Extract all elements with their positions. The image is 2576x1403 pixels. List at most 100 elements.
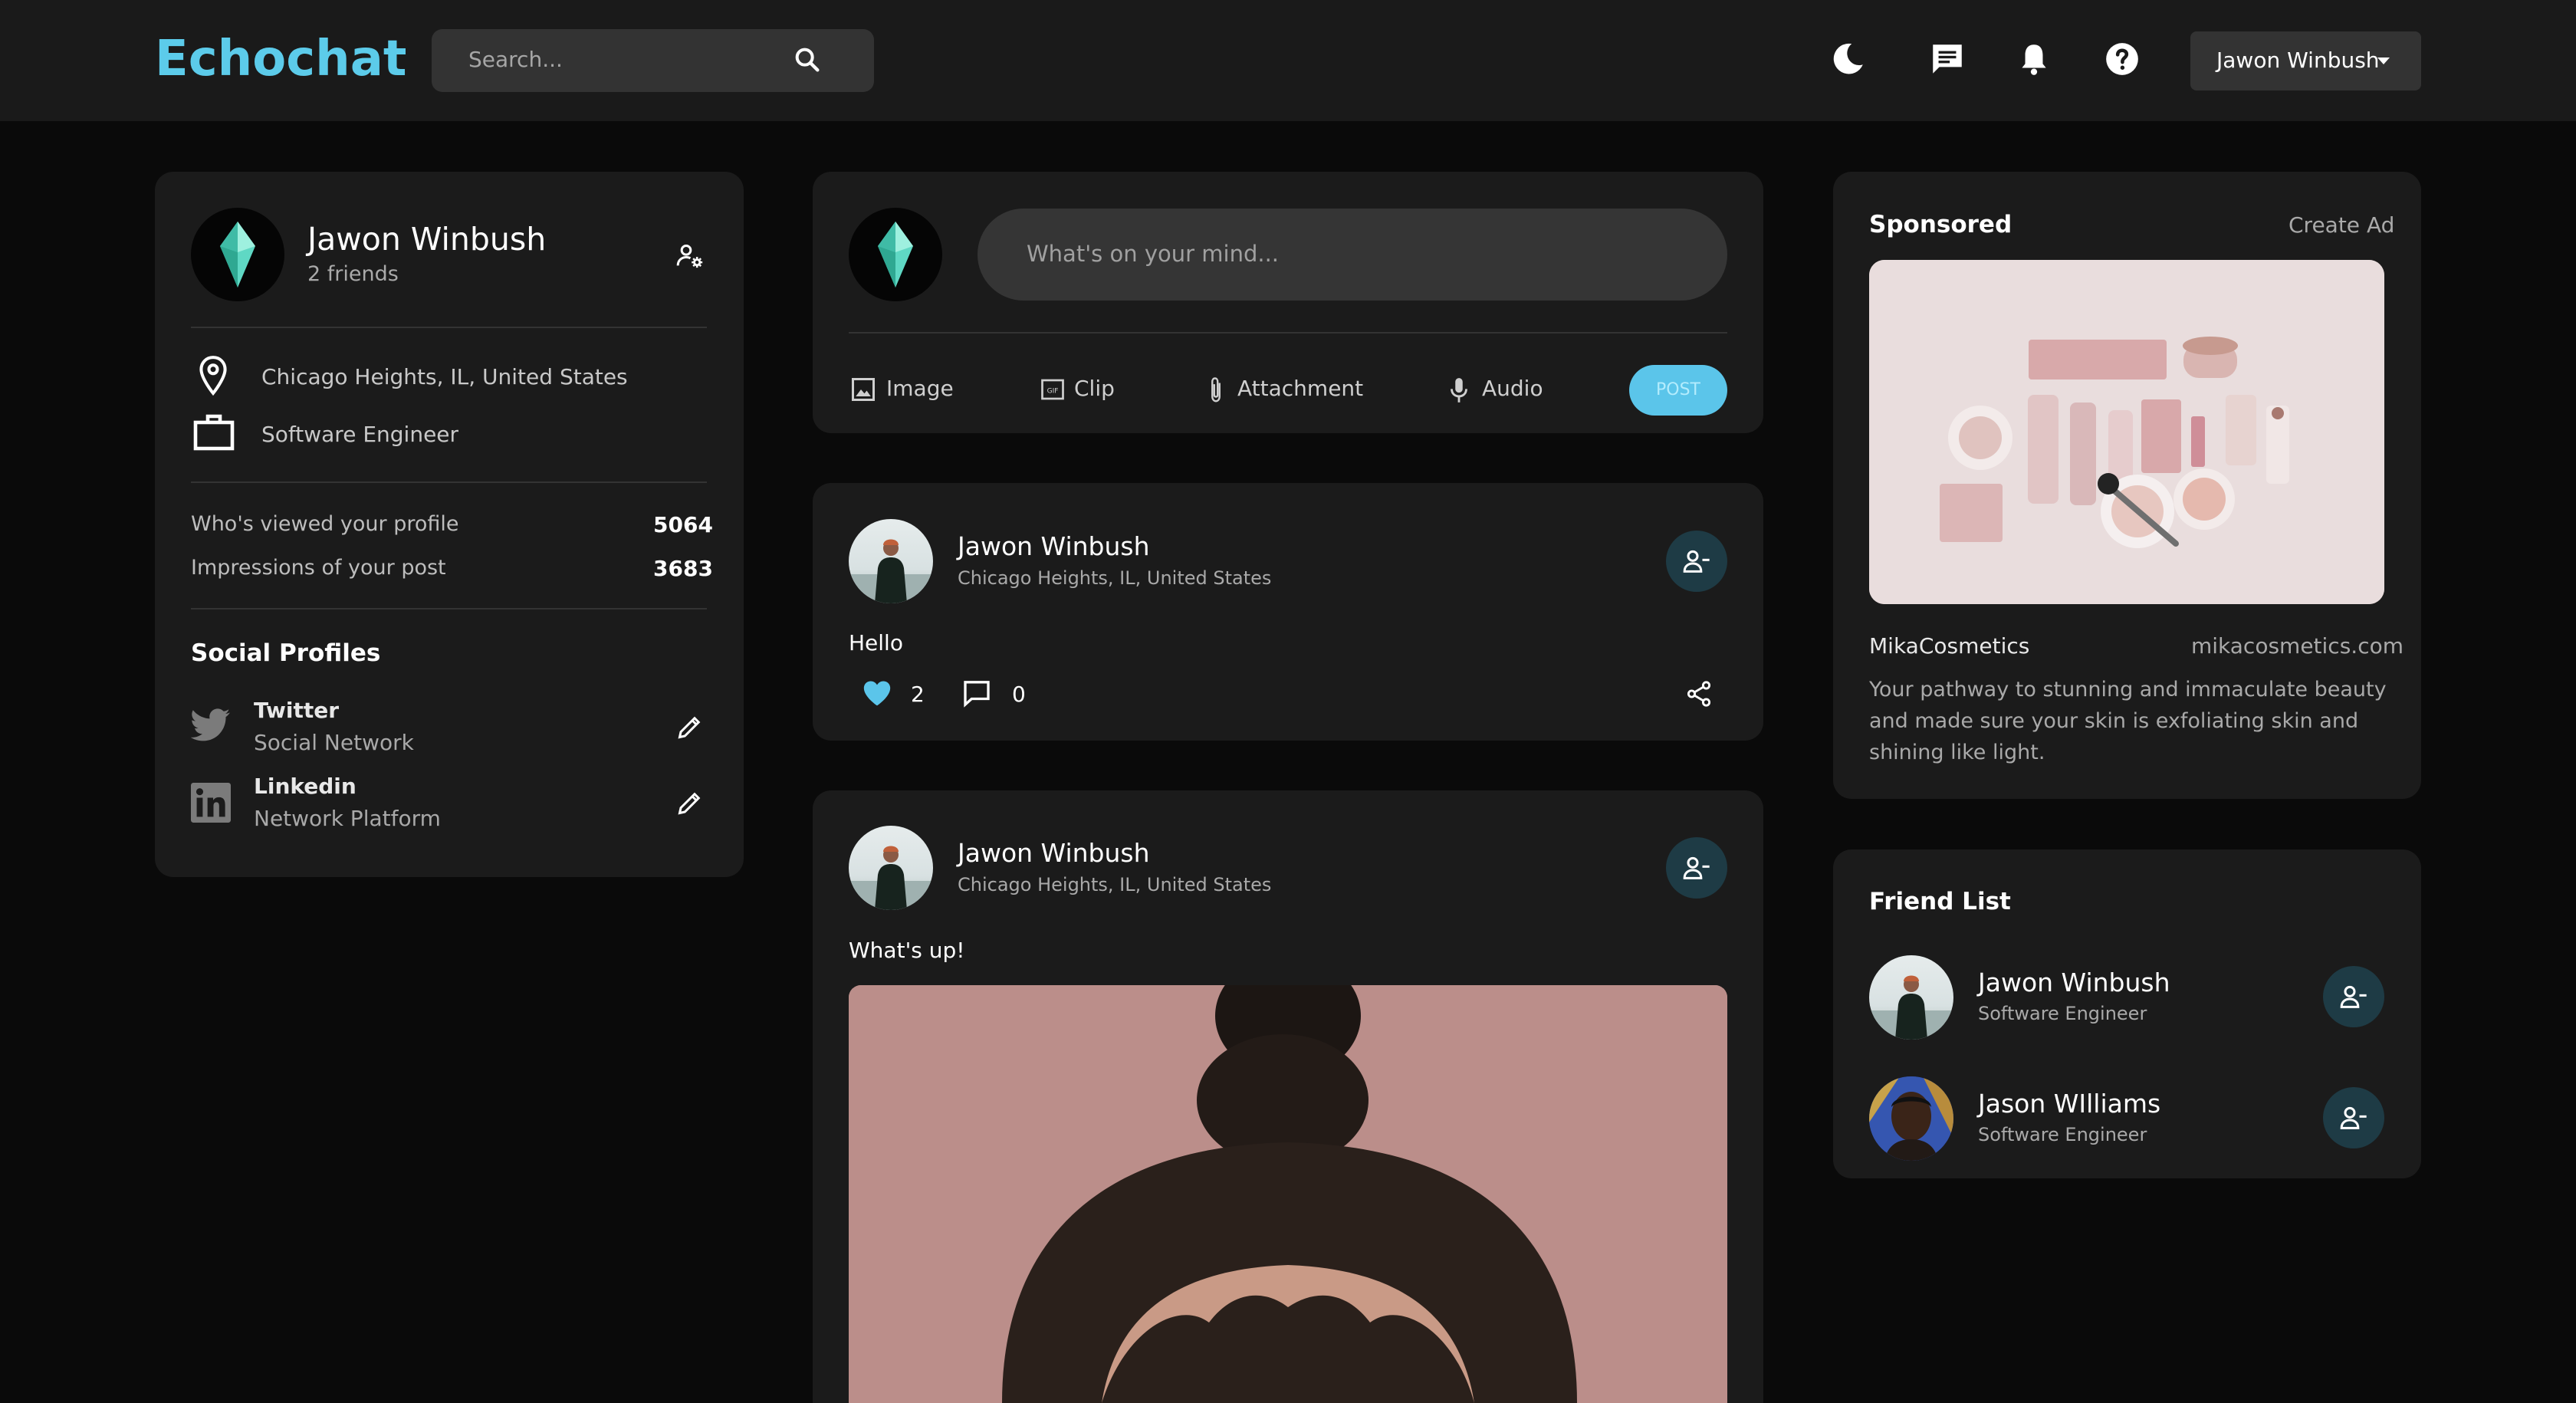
microphone-icon xyxy=(1451,378,1467,402)
gem-icon xyxy=(878,222,913,288)
image-action-button[interactable]: Image xyxy=(849,374,957,408)
social-name[interactable]: Linkedin xyxy=(254,774,356,799)
bell-icon[interactable] xyxy=(2015,40,2053,78)
profile-occupation: Software Engineer xyxy=(261,422,459,447)
image-action-label: Image xyxy=(886,376,954,401)
edit-pencil-icon[interactable] xyxy=(676,789,704,816)
attachment-action-label: Attachment xyxy=(1237,376,1364,401)
composer-placeholder: What's on your mind... xyxy=(1027,241,1280,267)
post-author-location: Chicago Heights, IL, United States xyxy=(958,874,1272,895)
cosmetics-photo xyxy=(1869,260,2384,604)
search-placeholder: Search... xyxy=(468,47,563,72)
edit-pencil-icon[interactable] xyxy=(676,713,704,741)
friend-avatar[interactable] xyxy=(1869,1076,1953,1161)
create-ad-link[interactable]: Create Ad xyxy=(2288,212,2394,238)
post-author-location: Chicago Heights, IL, United States xyxy=(958,567,1272,589)
profile-divider xyxy=(191,327,707,328)
person-photo xyxy=(849,846,933,910)
person-remove-icon xyxy=(2340,1106,2367,1129)
navbar: Echochat Search... Jawon Winbush xyxy=(0,0,2576,121)
composer-divider xyxy=(849,332,1727,334)
post-button[interactable]: POST xyxy=(1629,365,1727,416)
gif-icon: GIF xyxy=(1041,379,1064,400)
audio-action-button[interactable]: Audio xyxy=(1446,374,1546,408)
post-author-name[interactable]: Jawon Winbush xyxy=(958,531,1150,561)
person-photo xyxy=(849,539,933,603)
profile-divider xyxy=(191,608,707,610)
gem-icon xyxy=(220,222,255,288)
post-text: Hello xyxy=(849,630,903,656)
user-menu-button[interactable]: Jawon Winbush xyxy=(2190,31,2421,90)
linkedin-icon[interactable] xyxy=(191,783,231,823)
clip-action-label: Clip xyxy=(1074,376,1115,401)
ad-image[interactable] xyxy=(1869,260,2384,604)
ad-brand[interactable]: MikaCosmetics xyxy=(1869,633,2029,659)
person-remove-icon xyxy=(1683,856,1710,879)
briefcase-icon xyxy=(193,414,235,451)
post-button-label: POST xyxy=(1656,380,1700,399)
image-icon xyxy=(852,378,875,401)
person-photo xyxy=(1869,975,1953,1040)
comment-icon[interactable] xyxy=(961,678,992,708)
profile-name[interactable]: Jawon Winbush xyxy=(307,221,546,258)
ad-description-line: shining like light. xyxy=(1869,741,2045,764)
social-profiles-title: Social Profiles xyxy=(191,639,381,667)
friend-avatar[interactable] xyxy=(1869,955,1953,1040)
user-menu-label: Jawon Winbush xyxy=(2216,48,2380,73)
post-composer-input[interactable]: What's on your mind... xyxy=(978,209,1727,301)
comment-count: 0 xyxy=(1012,682,1026,707)
social-name[interactable]: Twitter xyxy=(254,698,339,723)
friend-role: Software Engineer xyxy=(1978,1003,2147,1024)
chevron-down-icon xyxy=(2377,58,2390,64)
svg-text:GIF: GIF xyxy=(1047,388,1059,396)
message-icon[interactable] xyxy=(1928,40,1967,78)
ad-url[interactable]: mikacosmetics.com xyxy=(2191,633,2404,659)
stat-label: Who's viewed your profile xyxy=(191,512,459,536)
ad-description-line: and made sure your skin is exfoliating s… xyxy=(1869,709,2359,733)
post-image[interactable] xyxy=(849,985,1727,1403)
post-author-avatar[interactable] xyxy=(849,826,933,910)
attachment-action-button[interactable]: Attachment xyxy=(1204,374,1363,408)
post-text: What's up! xyxy=(849,938,965,963)
remove-friend-button[interactable] xyxy=(1666,837,1727,899)
twitter-icon[interactable] xyxy=(191,708,231,742)
like-count: 2 xyxy=(911,682,925,707)
audio-action-label: Audio xyxy=(1482,376,1543,401)
manage-account-icon[interactable] xyxy=(674,240,706,271)
stat-value: 3683 xyxy=(653,556,713,581)
person-remove-icon xyxy=(2340,985,2367,1008)
post-author-name[interactable]: Jawon Winbush xyxy=(958,838,1150,868)
friend-list-title: Friend List xyxy=(1869,888,2011,915)
composer-avatar xyxy=(849,208,942,301)
person-remove-icon xyxy=(1683,550,1710,573)
stat-label: Impressions of your post xyxy=(191,556,446,580)
friend-role: Software Engineer xyxy=(1978,1124,2147,1145)
remove-friend-button[interactable] xyxy=(1666,531,1727,592)
profile-location: Chicago Heights, IL, United States xyxy=(261,364,628,389)
profile-friends-count: 2 friends xyxy=(307,262,399,286)
sponsored-title: Sponsored xyxy=(1869,211,2013,238)
moon-icon[interactable] xyxy=(1829,40,1867,78)
ad-description-line: Your pathway to stunning and immaculate … xyxy=(1869,678,2387,702)
location-pin-icon xyxy=(199,356,227,396)
remove-friend-button[interactable] xyxy=(2323,966,2384,1027)
paperclip-icon xyxy=(1211,377,1221,402)
remove-friend-button[interactable] xyxy=(2323,1087,2384,1148)
app-logo[interactable]: Echochat xyxy=(155,31,406,87)
search-icon[interactable] xyxy=(792,44,823,75)
friend-name[interactable]: Jawon Winbush xyxy=(1978,968,2170,997)
clip-action-button[interactable]: GIF Clip xyxy=(1039,374,1116,408)
friend-name[interactable]: Jason WIlliams xyxy=(1978,1089,2160,1119)
woman-photo xyxy=(849,985,1727,1403)
post-card xyxy=(813,483,1763,741)
post-author-avatar[interactable] xyxy=(849,519,933,603)
help-icon[interactable] xyxy=(2103,40,2141,78)
profile-divider xyxy=(191,481,707,483)
search-input[interactable]: Search... xyxy=(432,29,874,92)
social-type: Social Network xyxy=(254,730,414,755)
person-photo xyxy=(1869,1076,1953,1161)
heart-icon[interactable] xyxy=(862,679,892,707)
social-type: Network Platform xyxy=(254,806,441,831)
share-icon[interactable] xyxy=(1684,679,1714,708)
profile-avatar[interactable] xyxy=(191,208,284,301)
